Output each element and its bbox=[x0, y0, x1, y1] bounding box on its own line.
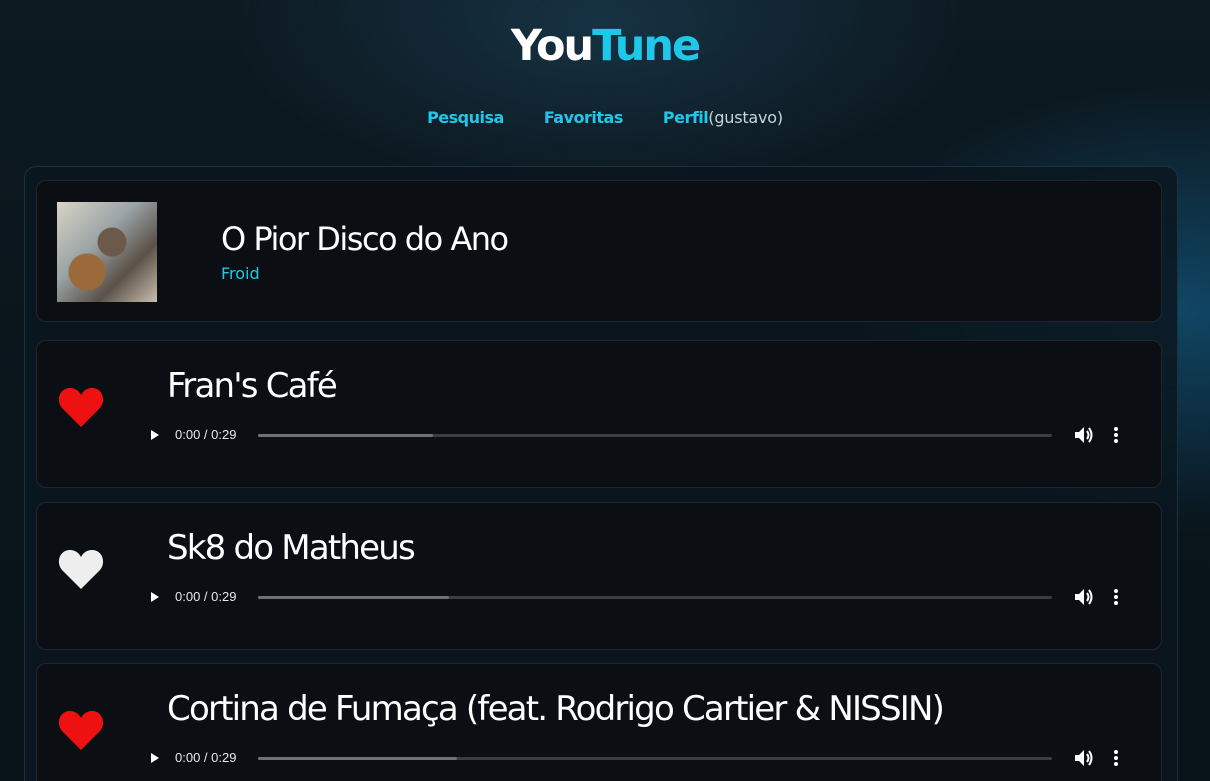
time-display: 0:00 / 0:29 bbox=[175, 427, 237, 442]
track-title: Cortina de Fumaça (feat. Rodrigo Cartier… bbox=[167, 689, 945, 729]
album-cover bbox=[57, 202, 157, 302]
heart-icon[interactable] bbox=[57, 547, 105, 591]
track-title: Fran's Café bbox=[167, 366, 338, 406]
main-nav: Pesquisa Favoritas Perfil(gustavo) bbox=[0, 106, 1210, 130]
more-vertical-icon[interactable] bbox=[1111, 748, 1121, 768]
time-display: 0:00 / 0:29 bbox=[175, 589, 237, 604]
more-vertical-icon[interactable] bbox=[1111, 425, 1121, 445]
time-display: 0:00 / 0:29 bbox=[175, 750, 237, 765]
username-label: (gustavo) bbox=[708, 108, 783, 127]
track-card: Fran's Café 0:00 / 0:29 bbox=[36, 340, 1162, 488]
seek-bar[interactable] bbox=[258, 757, 1052, 760]
play-icon[interactable] bbox=[147, 585, 163, 609]
more-vertical-icon[interactable] bbox=[1111, 587, 1121, 607]
seek-bar-fill bbox=[258, 434, 433, 437]
volume-icon[interactable] bbox=[1073, 748, 1095, 768]
audio-player: 0:00 / 0:29 bbox=[147, 585, 1137, 609]
track-card: Sk8 do Matheus 0:00 / 0:29 bbox=[36, 502, 1162, 650]
audio-player: 0:00 / 0:29 bbox=[147, 746, 1137, 770]
play-icon[interactable] bbox=[147, 423, 163, 447]
play-icon[interactable] bbox=[147, 746, 163, 770]
album-title: O Pior Disco do Ano bbox=[221, 220, 509, 258]
nav-link-search[interactable]: Pesquisa bbox=[427, 106, 504, 130]
nav-profile: Perfil(gustavo) bbox=[663, 106, 783, 130]
app-logo: YouTune bbox=[0, 18, 1210, 74]
album-header: O Pior Disco do Ano Froid bbox=[36, 180, 1162, 322]
nav-link-profile[interactable]: Perfil bbox=[663, 108, 709, 127]
heart-icon[interactable] bbox=[57, 385, 105, 429]
seek-bar[interactable] bbox=[258, 434, 1052, 437]
audio-player: 0:00 / 0:29 bbox=[147, 423, 1137, 447]
logo-tune: Tune bbox=[592, 21, 701, 71]
heart-icon[interactable] bbox=[57, 708, 105, 752]
track-title: Sk8 do Matheus bbox=[167, 528, 416, 568]
seek-bar[interactable] bbox=[258, 596, 1052, 599]
nav-link-favorites[interactable]: Favoritas bbox=[544, 106, 624, 130]
seek-bar-fill bbox=[258, 596, 449, 599]
seek-bar-fill bbox=[258, 757, 457, 760]
volume-icon[interactable] bbox=[1073, 587, 1095, 607]
logo-you: You bbox=[510, 21, 594, 71]
track-card: Cortina de Fumaça (feat. Rodrigo Cartier… bbox=[36, 663, 1162, 781]
album-artist: Froid bbox=[221, 264, 260, 283]
volume-icon[interactable] bbox=[1073, 425, 1095, 445]
